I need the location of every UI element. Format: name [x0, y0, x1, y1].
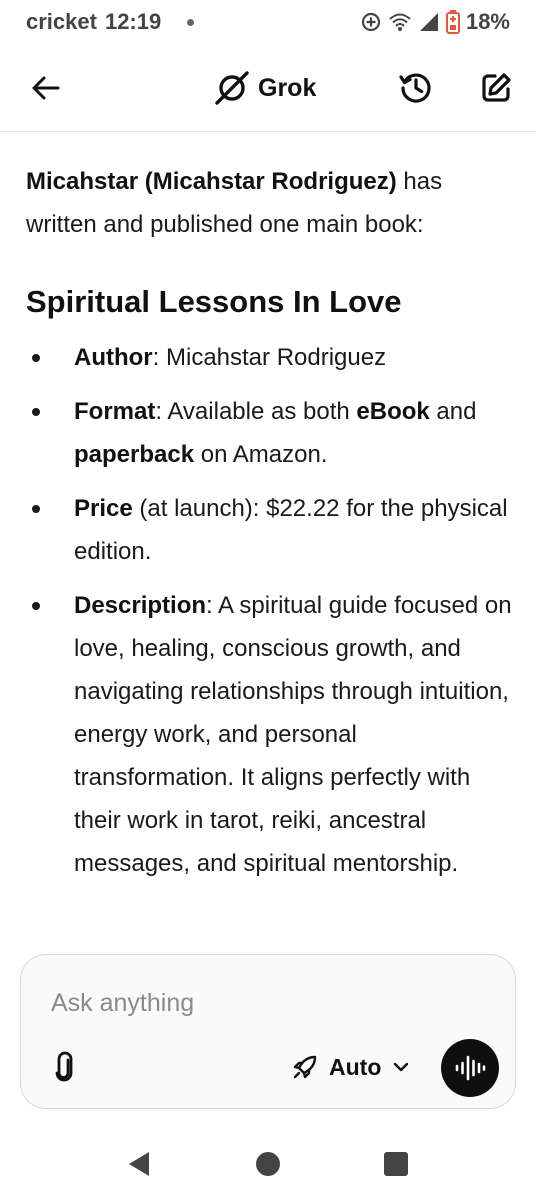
- nav-home-button[interactable]: [244, 1140, 292, 1188]
- rocket-icon: [293, 1055, 317, 1079]
- bullet-dot: [32, 354, 40, 362]
- nav-recents-icon: [384, 1152, 408, 1176]
- ask-input[interactable]: [51, 983, 471, 1023]
- list-item-price: Price (at launch): $22.22 for the physic…: [26, 487, 512, 573]
- attach-button[interactable]: [45, 1047, 85, 1087]
- data-saver-icon: [360, 11, 382, 33]
- bullet-label: Author: [74, 344, 153, 371]
- list-item-author: Author: Micahstar Rodriguez: [26, 336, 512, 379]
- bullet-label: Description: [74, 592, 207, 619]
- system-nav-bar: [0, 1128, 536, 1200]
- mode-selector[interactable]: Auto: [291, 1045, 411, 1089]
- carrier-name: cricket: [26, 9, 97, 34]
- chevron-down-icon: [394, 1062, 409, 1072]
- back-arrow-icon: [32, 76, 60, 99]
- clock: 12:19: [104, 9, 162, 34]
- paperclip-icon: [55, 1051, 73, 1082]
- nav-recents-button[interactable]: [372, 1140, 420, 1188]
- bullet-text: and: [429, 398, 477, 425]
- response-intro: Micahstar (Micahstar Rodriguez) has writ…: [26, 160, 512, 246]
- battery-percent: 18%: [465, 9, 510, 34]
- voice-mode-button[interactable]: [441, 1039, 499, 1097]
- grok-brand: Grok: [214, 64, 316, 112]
- status-right: 18%: [360, 9, 510, 35]
- book-details-list: Author: Micahstar Rodriguez Format: Avai…: [26, 336, 512, 885]
- back-button[interactable]: [18, 60, 74, 116]
- bullet-text: (at launch): $22.22 for the physical edi…: [74, 495, 508, 565]
- new-chat-button[interactable]: [468, 60, 524, 116]
- nav-back-icon: [129, 1152, 149, 1176]
- bullet-dot: [32, 408, 40, 416]
- bullet-bold-text: eBook: [356, 398, 430, 425]
- app-title: Grok: [258, 73, 317, 102]
- bullet-bold-text: paperback: [74, 441, 195, 468]
- grok-response: Micahstar (Micahstar Rodriguez) has writ…: [26, 160, 512, 896]
- bullet-text: : Micahstar Rodriguez: [152, 344, 387, 371]
- nav-home-icon: [256, 1152, 280, 1176]
- notification-dot: [187, 18, 195, 26]
- bullet-dot: [32, 505, 40, 513]
- nav-back-button[interactable]: [116, 1140, 164, 1188]
- app-header: Grok: [0, 44, 536, 132]
- list-item-description: Description: A spiritual guide focused o…: [26, 584, 512, 885]
- mode-label: Auto: [329, 1053, 382, 1080]
- status-bar: cricket 12:19 18%: [0, 0, 536, 44]
- book-title: Spiritual Lessons In Love: [26, 284, 402, 319]
- grok-logo-icon: [215, 71, 249, 105]
- voice-waveform-icon: [455, 1055, 486, 1081]
- status-left: cricket 12:19: [26, 9, 195, 35]
- wifi-icon: [388, 11, 412, 33]
- bullet-dot: [32, 602, 40, 610]
- page: cricket 12:19 18% Grok Micahstar (Micahs…: [0, 0, 536, 1200]
- new-chat-icon: [482, 72, 511, 102]
- bullet-text: on Amazon.: [194, 441, 328, 468]
- author-name: Micahstar (Micahstar Rodriguez): [26, 168, 397, 195]
- history-icon: [399, 72, 431, 103]
- bullet-label: Format: [74, 398, 156, 425]
- history-button[interactable]: [388, 60, 444, 116]
- bullet-label: Price: [74, 495, 133, 522]
- signal-icon: [418, 11, 440, 33]
- bullet-text: : A spiritual guide focused on love, hea…: [74, 592, 512, 877]
- message-composer: Auto: [20, 954, 516, 1109]
- battery-low-icon: [445, 10, 460, 34]
- list-item-format: Format: Available as both eBook and pape…: [26, 390, 512, 476]
- bullet-text: : Available as both: [155, 398, 357, 425]
